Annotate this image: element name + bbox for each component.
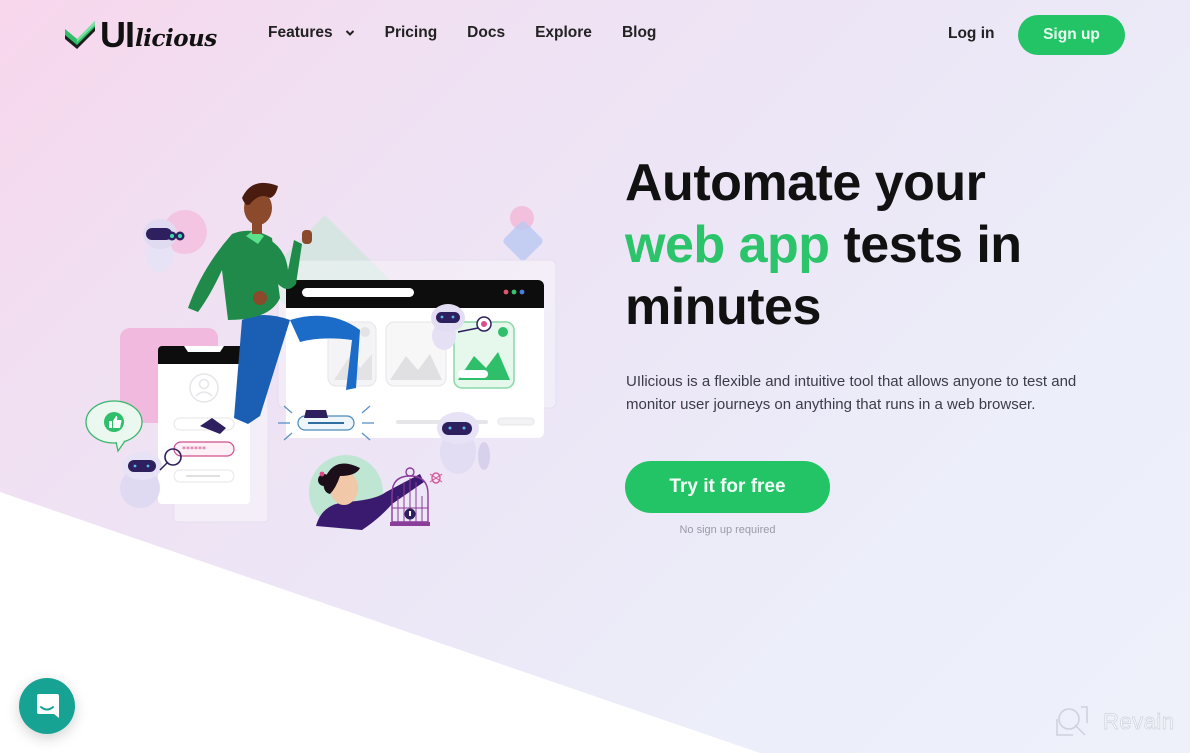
try-free-button[interactable]: Try it for free: [625, 461, 830, 513]
nav-link-features-label: Features: [268, 24, 333, 41]
top-navigation: UI licious Features Pricing Docs Explore…: [0, 0, 1190, 70]
hero-description: UIlicious is a flexible and intuitive to…: [626, 373, 1077, 413]
chevron-down-icon: [345, 30, 354, 36]
revain-logo-icon: [1056, 706, 1088, 736]
woman-with-cage: [309, 455, 424, 530]
nav-link-features[interactable]: Features: [268, 24, 355, 42]
hero-illustration: ******: [85, 182, 557, 530]
signup-button[interactable]: Sign up: [1018, 15, 1125, 55]
logo[interactable]: UI licious: [64, 16, 217, 54]
bug-icon: [481, 321, 487, 327]
nav-links: Features Pricing Docs Explore Blog: [268, 24, 686, 42]
nav-link-docs[interactable]: Docs: [467, 24, 505, 42]
thumbs-up-bubble: [85, 400, 143, 453]
logo-text-ui: UI: [100, 14, 135, 55]
logo-text-licious: licious: [135, 24, 217, 52]
chat-bubble-smile-icon: [37, 694, 59, 718]
login-link[interactable]: Log in: [948, 25, 995, 43]
checkmark-logo-icon: [65, 21, 95, 49]
revain-text: Revain: [1103, 709, 1175, 735]
blue-diamond-decor: [503, 221, 543, 261]
password-mask: ******: [182, 445, 206, 454]
headline-accent: web app: [625, 216, 830, 274]
headline-line-1: Automate your: [625, 154, 986, 212]
revain-watermark: Revain: [1055, 705, 1174, 739]
headline-line-2-rest: tests in: [829, 216, 1022, 274]
no-signup-note: No sign up required: [679, 524, 776, 536]
hero-headline: Automate your web app tests in minutes: [625, 152, 1145, 338]
nav-link-pricing[interactable]: Pricing: [385, 24, 438, 42]
bug-icon: [429, 472, 443, 484]
nav-link-blog[interactable]: Blog: [622, 24, 656, 42]
headline-line-3: minutes: [625, 278, 821, 336]
chat-widget-button[interactable]: [19, 678, 75, 734]
nav-link-explore[interactable]: Explore: [535, 24, 592, 42]
address-bar: [302, 288, 414, 297]
